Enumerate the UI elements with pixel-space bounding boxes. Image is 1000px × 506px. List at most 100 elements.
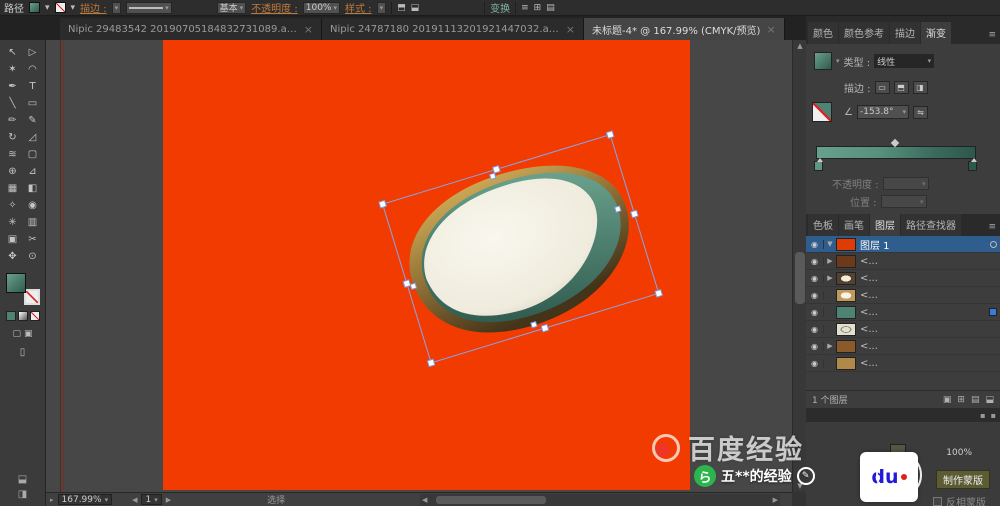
gradient-angle-field[interactable]: -153.8° ▾ [857,105,909,119]
gradient-group-tab[interactable]: 描边 [890,22,920,44]
stroke-across-icon[interactable]: ◨ [913,81,928,94]
invert-mask-checkbox[interactable] [933,497,942,506]
target-circle-icon[interactable] [990,241,997,248]
gradient-stop-left[interactable] [814,161,823,171]
color-button[interactable] [6,311,16,321]
horizontal-scrollbar[interactable]: ◀ ▶ [420,494,780,506]
expand-triangle-icon[interactable]: ▶ [824,342,836,350]
tab-close-icon[interactable]: × [766,23,775,36]
visibility-eye-icon[interactable]: ◉ [806,342,824,351]
type-tool[interactable]: T [23,78,43,95]
gradient-tool[interactable]: ◧ [23,180,43,197]
visibility-eye-icon[interactable]: ◉ [806,308,824,317]
brush-definition-select[interactable]: 基本 ▾ [217,2,247,14]
slice-tool[interactable]: ✂ [23,231,43,248]
style-select[interactable]: ▾ [377,2,387,14]
document-tab[interactable]: Nipic 24787180 20191113201921447032.ai* … [322,18,584,40]
horizontal-scroll-thumb[interactable] [436,496,546,504]
rectangle-tool[interactable]: ▭ [23,95,43,112]
style-panel-link[interactable]: 样式 : [345,0,372,15]
visibility-eye-icon[interactable]: ◉ [806,359,824,368]
screen-mode-button[interactable]: ▯ [20,347,26,358]
fill-dropdown-icon[interactable]: ▾ [45,3,50,13]
new-layer-icon[interactable]: ▤ [971,395,980,405]
expand-triangle-icon[interactable]: ▶ [824,274,836,282]
draw-normal-icon[interactable]: ▢ [12,329,21,339]
panel-group-tab[interactable]: 色板 [808,214,838,236]
visibility-eye-icon[interactable]: ◉ [806,291,824,300]
gradient-type-select[interactable]: 线性 ▾ [874,54,934,68]
zoom-tool[interactable]: ⊙ [23,248,43,265]
collapse-icon[interactable]: ⬓ [18,474,27,485]
lasso-tool[interactable]: ◠ [23,61,43,78]
document-setup-icon[interactable]: ⬒ [397,3,406,13]
workspace-icon[interactable]: ▤ [546,3,555,13]
gradient-slider[interactable] [816,146,976,159]
stroke-proxy-swatch[interactable] [24,289,40,305]
vertical-scrollbar[interactable]: ▲ ▼ [792,40,806,492]
expand-triangle-icon[interactable]: ▶ [824,257,836,265]
pen-tool[interactable]: ✒ [3,78,23,95]
draw-behind-icon[interactable]: ▣ [24,329,33,339]
arrange-icon[interactable]: ⊞ [534,3,542,13]
layer-row[interactable]: ◉<... [806,287,1000,304]
zoom-select[interactable]: 167.99% ▾ [58,494,113,505]
scale-tool[interactable]: ◿ [23,129,43,146]
layer-row-header[interactable]: ◉ ▼ 图层 1 [806,236,1000,253]
panel-group-tab[interactable]: 图层 [870,214,900,236]
scroll-right-icon[interactable]: ▶ [773,496,778,504]
selection-indicator[interactable] [989,308,997,316]
gradient-group-tab[interactable]: 渐变 [921,22,951,44]
pencil-tool[interactable]: ✎ [23,112,43,129]
preferences-icon[interactable]: ⬓ [411,3,420,13]
blend-tool[interactable]: ◉ [23,197,43,214]
stroke-color-swatch[interactable] [55,2,66,13]
stop-location-select[interactable]: ▾ [881,195,927,208]
scroll-left-icon[interactable]: ◀ [422,496,427,504]
free-transform-tool[interactable]: ▢ [23,146,43,163]
direct-selection-tool[interactable]: ▷ [23,44,43,61]
next-artboard-button[interactable]: ▶ [166,496,171,504]
rotate-tool[interactable]: ↻ [3,129,23,146]
opacity-panel-link[interactable]: 不透明度 : [251,0,298,15]
line-segment-tool[interactable]: ╲ [3,95,23,112]
tab-close-icon[interactable]: × [304,23,313,36]
width-tool[interactable]: ≋ [3,146,23,163]
panel-group-tab[interactable]: 画笔 [839,214,869,236]
panel-menu-icon[interactable]: ≡ [988,30,996,40]
gradient-button[interactable] [18,311,28,321]
vertical-scroll-thumb[interactable] [795,252,805,304]
paintbrush-tool[interactable]: ✏ [3,112,23,129]
stroke-along-icon[interactable]: ⬒ [894,81,909,94]
panel-toggle-icon[interactable]: ◨ [18,489,27,500]
chevron-down-icon[interactable]: ▾ [836,57,840,65]
gradient-stop-right[interactable] [968,161,977,171]
artboard-tool[interactable]: ▣ [3,231,23,248]
shape-builder-tool[interactable]: ⊕ [3,163,23,180]
panel-dock-icon[interactable]: ▪ [980,411,985,420]
delete-layer-icon[interactable]: ⬓ [985,395,994,405]
panel-menu-icon[interactable]: ≡ [988,222,996,232]
selection-tool[interactable]: ↖ [3,44,23,61]
fill-proxy-swatch[interactable] [6,273,26,293]
gradient-group-tab[interactable]: 颜色参考 [839,22,889,44]
gradient-fill-swatch[interactable] [814,52,832,70]
none-button[interactable] [30,311,40,321]
layer-row[interactable]: ◉<... [806,304,1000,321]
mesh-tool[interactable]: ▦ [3,180,23,197]
visibility-eye-icon[interactable]: ◉ [806,240,824,249]
fill-color-swatch[interactable] [29,2,40,13]
new-sublayer-icon[interactable]: ⊞ [957,395,965,405]
stroke-panel-link[interactable]: 描边 : [80,0,107,15]
gradient-group-tab[interactable]: 颜色 [808,22,838,44]
make-mask-button[interactable]: 制作蒙版 [936,470,990,489]
stroke-within-icon[interactable]: ▭ [875,81,890,94]
make-mask-icon[interactable]: ▣ [943,395,952,405]
variable-width-select[interactable]: ▾ [126,2,172,14]
stroke-dropdown-icon[interactable]: ▾ [71,3,76,13]
opacity-select[interactable]: 100% ▾ [303,2,340,14]
layer-row[interactable]: ◉<... [806,321,1000,338]
document-tab[interactable]: Nipic 29483542 20190705184832731089.ai* … [60,18,322,40]
reverse-gradient-icon[interactable]: ⇋ [913,106,928,119]
visibility-eye-icon[interactable]: ◉ [806,257,824,266]
